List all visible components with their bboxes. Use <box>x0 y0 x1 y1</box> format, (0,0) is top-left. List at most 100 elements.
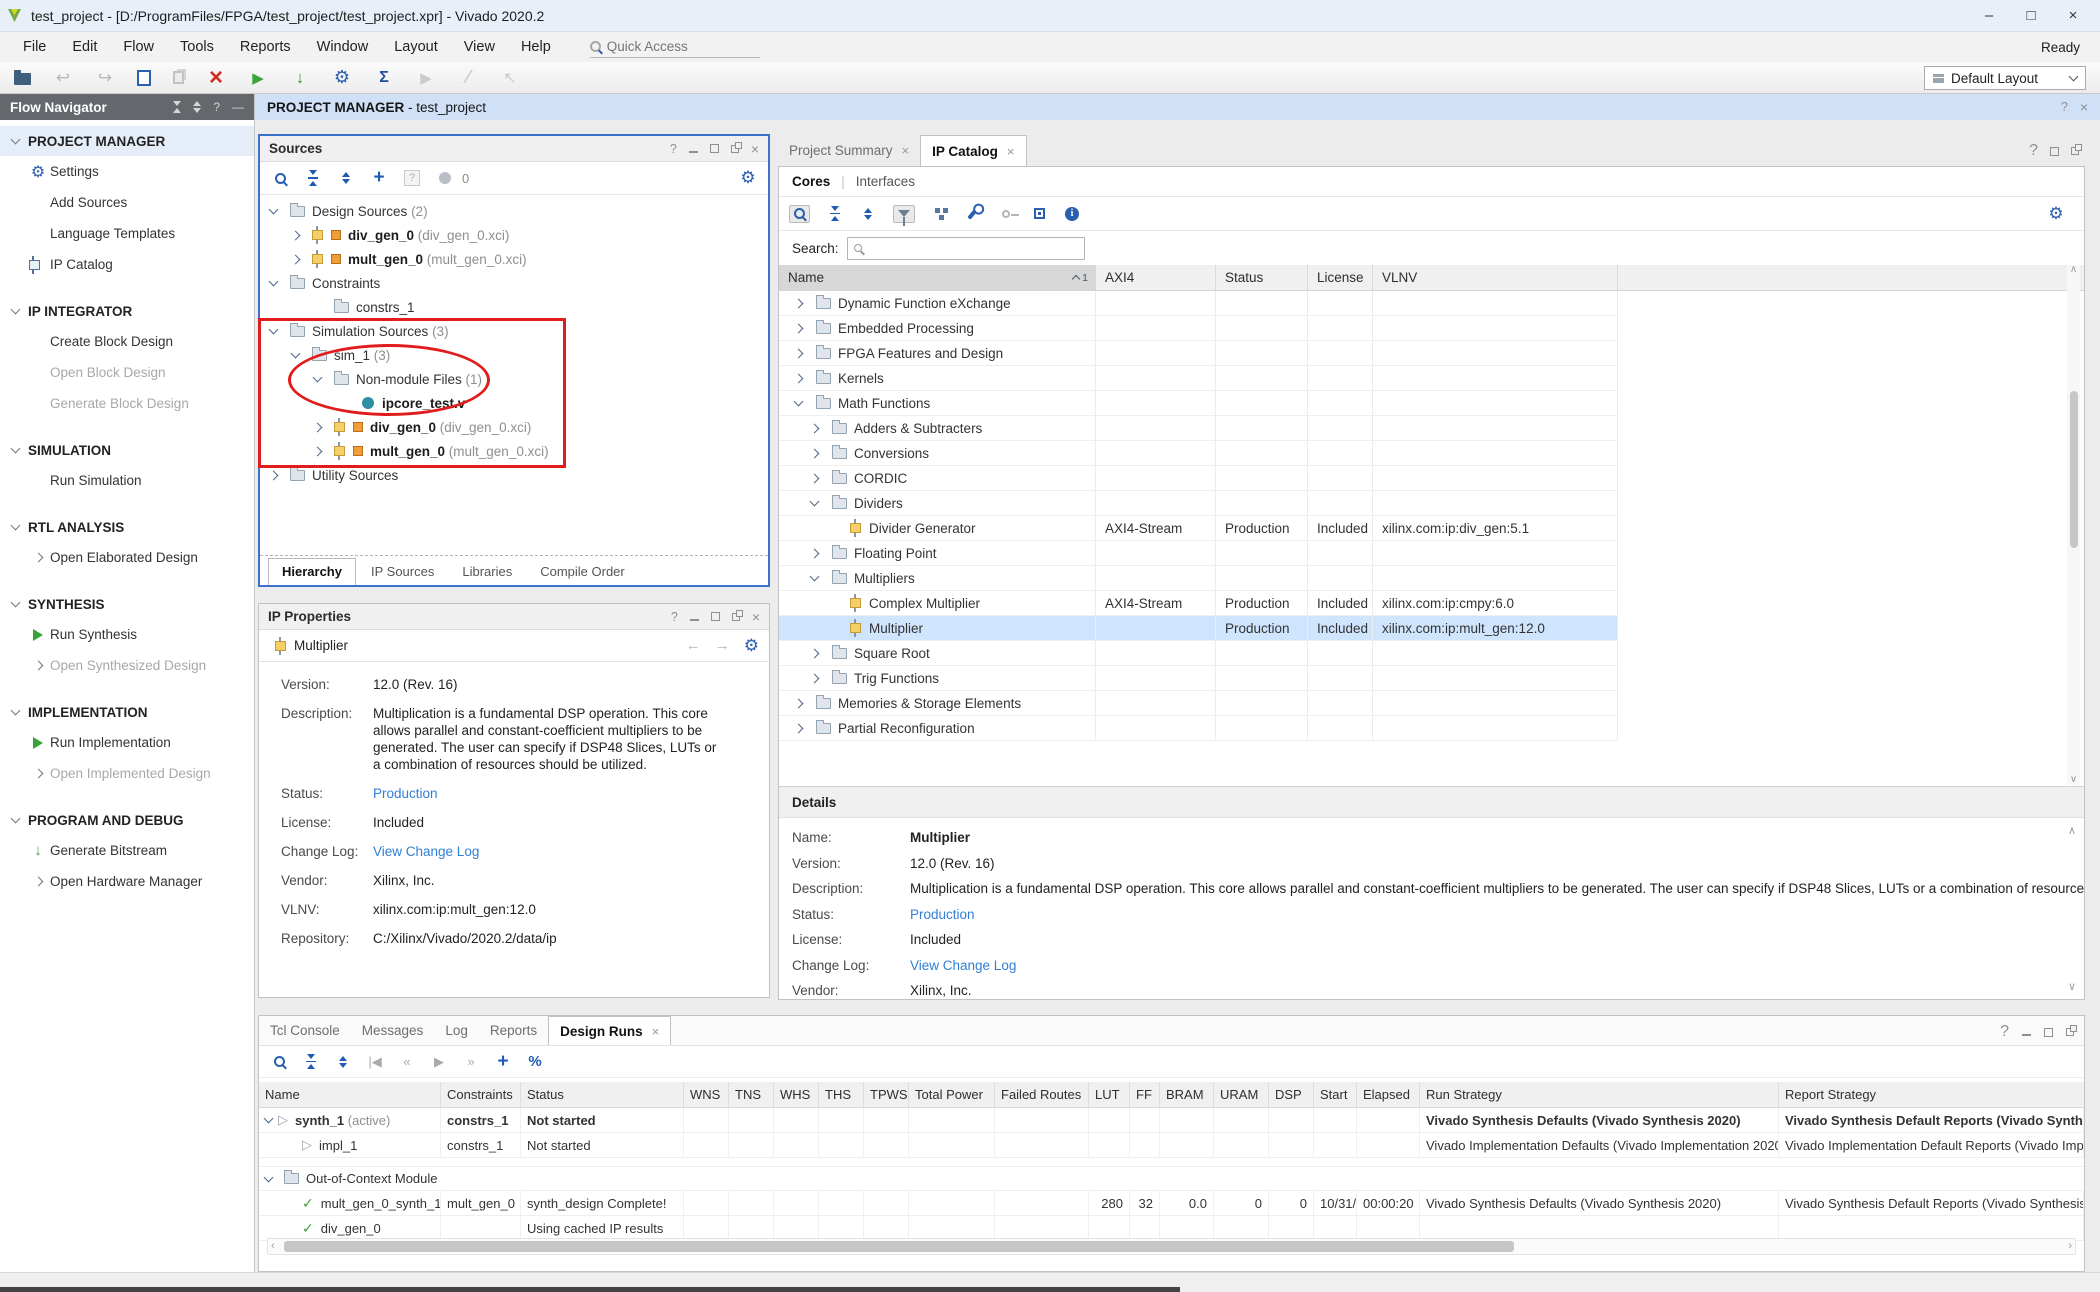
ip-settings-icon[interactable] <box>1031 205 1047 223</box>
menu-item[interactable]: Window <box>304 32 382 62</box>
scroll-up-icon[interactable]: ∧ <box>2070 265 2077 275</box>
column-header[interactable]: Total Power <box>909 1082 995 1107</box>
menu-item[interactable]: Tools <box>167 32 227 62</box>
tree-chevron-icon[interactable] <box>264 1114 274 1124</box>
catalog-row[interactable]: Conversions <box>779 441 1618 466</box>
search-icon[interactable] <box>272 169 288 187</box>
sidebar-item[interactable]: Open Block Design <box>0 357 254 388</box>
help-icon[interactable]: ? <box>2000 1023 2009 1041</box>
catalog-row[interactable]: Kernels <box>779 366 1618 391</box>
sources-view-tab[interactable]: Compile Order <box>527 559 638 585</box>
column-header[interactable]: VLNV <box>1373 265 1618 290</box>
catalog-search-input[interactable] <box>866 241 1078 256</box>
catalog-row[interactable]: Trig Functions <box>779 666 1618 691</box>
catalog-row[interactable]: Memories & Storage Elements <box>779 691 1618 716</box>
sources-view-tab[interactable]: IP Sources <box>358 559 447 585</box>
help-icon[interactable]: ? <box>213 100 220 114</box>
add-sources-icon[interactable] <box>371 169 387 187</box>
catalog-row[interactable]: Square Root <box>779 641 1618 666</box>
scroll-down-icon[interactable]: ∨ <box>2070 775 2077 785</box>
gear-icon[interactable] <box>740 169 756 187</box>
design-run-row[interactable]: impl_1 constrs_1 Not started <box>259 1133 2084 1158</box>
gear-icon[interactable] <box>2048 205 2064 223</box>
tree-chevron-icon[interactable] <box>794 323 804 333</box>
minimize-panel-icon[interactable] <box>690 619 699 621</box>
tab-log[interactable]: Log <box>434 1016 479 1045</box>
tree-chevron-icon[interactable] <box>810 572 820 582</box>
column-header[interactable]: Status <box>521 1082 684 1107</box>
tree-chevron-icon[interactable] <box>794 397 804 407</box>
customize-ip-icon[interactable] <box>965 205 981 223</box>
scroll-up-icon[interactable]: ∧ <box>2068 824 2076 837</box>
messages-icon[interactable] <box>437 169 453 187</box>
column-header[interactable]: WHS <box>774 1082 819 1107</box>
tree-chevron-icon[interactable] <box>794 723 804 733</box>
catalog-row[interactable]: Embedded Processing <box>779 316 1618 341</box>
tree-chevron-icon[interactable] <box>794 348 804 358</box>
sources-tree-row[interactable]: ipcore_test.v <box>260 391 768 415</box>
quick-access-search[interactable] <box>590 36 760 58</box>
tree-chevron-icon[interactable] <box>810 448 820 458</box>
subtab-cores[interactable]: Cores <box>792 174 830 189</box>
column-header[interactable]: URAM <box>1214 1082 1269 1107</box>
maximize-panel-icon[interactable] <box>2044 1028 2053 1037</box>
go-first-icon[interactable]: |◀ <box>367 1053 383 1071</box>
tree-chevron-icon[interactable] <box>794 298 804 308</box>
collapse-all-icon[interactable] <box>303 1053 319 1071</box>
toolbar-icon[interactable] <box>290 68 310 88</box>
gear-icon[interactable] <box>744 636 759 656</box>
tree-chevron-icon[interactable] <box>269 277 279 287</box>
minimize-window-icon[interactable]: – <box>1968 1 2010 31</box>
maximize-window-icon[interactable]: □ <box>2010 1 2052 31</box>
back-arrow-icon[interactable]: ← <box>686 637 701 654</box>
expand-all-icon[interactable] <box>193 101 201 113</box>
menu-item[interactable]: File <box>10 32 59 62</box>
catalog-row[interactable]: FPGA Features and Design <box>779 341 1618 366</box>
tree-chevron-icon[interactable] <box>810 497 820 507</box>
sidebar-item[interactable]: IP Catalog <box>0 249 254 280</box>
sidebar-item[interactable]: Open Implemented Design <box>0 758 254 789</box>
design-run-row[interactable]: mult_gen_0_synth_1 mult_gen_0 synth_desi… <box>259 1191 2084 1216</box>
quick-access-input[interactable] <box>607 39 737 54</box>
scroll-down-icon[interactable]: ∨ <box>2068 980 2076 993</box>
expand-all-icon[interactable] <box>335 1053 351 1071</box>
sidebar-item[interactable]: Run Simulation <box>0 465 254 496</box>
tree-chevron-icon[interactable] <box>291 254 301 264</box>
section-rtl-analysis[interactable]: RTL ANALYSIS <box>0 512 254 542</box>
sources-tree-row[interactable]: Simulation Sources (3) <box>260 319 768 343</box>
section-synthesis[interactable]: SYNTHESIS <box>0 589 254 619</box>
sidebar-item[interactable]: Language Templates <box>0 218 254 249</box>
search-icon[interactable] <box>789 205 810 223</box>
sidebar-item[interactable]: Settings <box>0 156 254 187</box>
toolbar-icon[interactable] <box>416 68 436 88</box>
sources-tree-row[interactable]: div_gen_0 (div_gen_0.xci) <box>260 223 768 247</box>
column-header[interactable]: Start <box>1314 1082 1357 1107</box>
sidebar-item[interactable]: Add Sources <box>0 187 254 218</box>
float-panel-icon[interactable] <box>731 145 739 153</box>
toolbar-icon[interactable] <box>95 68 115 88</box>
step-forward-icon[interactable]: » <box>463 1053 479 1071</box>
toolbar-icon[interactable] <box>248 68 268 88</box>
column-header[interactable]: Constraints <box>441 1082 521 1107</box>
menu-item[interactable]: View <box>451 32 508 62</box>
catalog-row[interactable]: Adders & Subtracters <box>779 416 1618 441</box>
float-panel-icon[interactable] <box>732 613 740 621</box>
group-by-icon[interactable] <box>932 205 948 223</box>
catalog-row[interactable]: Floating Point <box>779 541 1618 566</box>
maximize-panel-icon[interactable] <box>2050 147 2059 156</box>
menu-item[interactable]: Reports <box>227 32 304 62</box>
tree-chevron-icon[interactable] <box>291 349 301 359</box>
section-ip-integrator[interactable]: IP INTEGRATOR <box>0 296 254 326</box>
toolbar-icon[interactable] <box>137 70 151 86</box>
toolbar-icon[interactable] <box>500 68 520 88</box>
tree-chevron-icon[interactable] <box>269 205 279 215</box>
help-icon[interactable]: ? <box>670 142 677 156</box>
toolbar-icon[interactable] <box>332 68 352 88</box>
catalog-search-box[interactable] <box>847 237 1085 260</box>
collapse-all-icon[interactable] <box>173 101 181 113</box>
tree-chevron-icon[interactable] <box>794 373 804 383</box>
column-header[interactable]: License <box>1308 265 1373 290</box>
sidebar-item[interactable]: Run Synthesis <box>0 619 254 650</box>
step-back-icon[interactable]: « <box>399 1053 415 1071</box>
minimize-panel-icon[interactable] <box>689 151 698 153</box>
